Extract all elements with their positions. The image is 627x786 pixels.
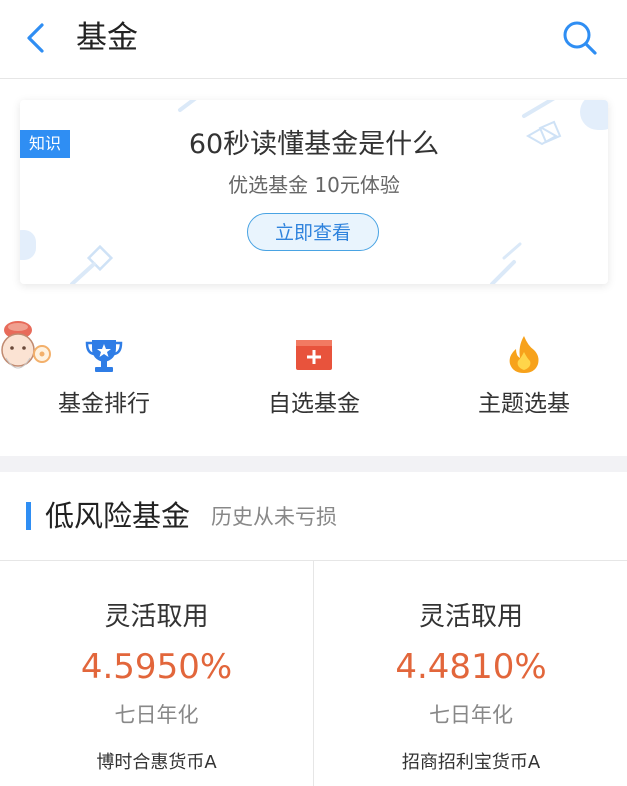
page-title: 基金 [76,20,138,56]
section-subtitle: 历史从未亏损 [211,505,337,529]
theme-fund-label: 主题选基 [478,391,570,417]
view-now-button[interactable]: 立即查看 [247,213,379,251]
trophy-icon [85,340,123,372]
fund-yield-label: 七日年化 [429,703,513,727]
fund-yield: 4.4810% [395,647,547,687]
fund-yield: 4.5950% [80,647,233,687]
chevron-left-icon[interactable] [22,20,52,56]
section-divider [0,456,627,472]
add-box-icon [296,340,332,370]
search-icon[interactable] [560,18,600,58]
fund-ranking-entry[interactable]: 基金排行 [24,334,184,430]
top-nav-bar: 基金 [0,0,627,79]
fund-card[interactable]: 灵活取用 4.4810% 七日年化 招商招利宝货币A [313,561,627,786]
fund-yield-label: 七日年化 [114,703,199,727]
fund-name: 博时合惠货币A [96,752,217,773]
banner-subtitle: 优选基金 10元体验 [228,173,400,197]
promo-banner[interactable]: 知识 60秒读懂基金是什么 优选基金 10元体验 立即查看 [20,100,608,284]
section-accent-bar [26,502,31,530]
watchlist-fund-entry[interactable]: 自选基金 [234,334,394,430]
watchlist-fund-label: 自选基金 [268,391,360,417]
fund-tag: 灵活取用 [104,602,209,632]
section-title: 低风险基金 [45,499,191,533]
fund-name: 招商招利宝货币A [401,752,541,773]
theme-fund-entry[interactable]: 主题选基 [444,334,604,430]
fund-ranking-label: 基金排行 [58,391,150,417]
fund-tag: 灵活取用 [418,602,523,632]
flame-icon [509,336,539,373]
fund-card[interactable]: 灵活取用 4.5950% 七日年化 博时合惠货币A [0,561,313,786]
banner-title: 60秒读懂基金是什么 [188,129,440,160]
